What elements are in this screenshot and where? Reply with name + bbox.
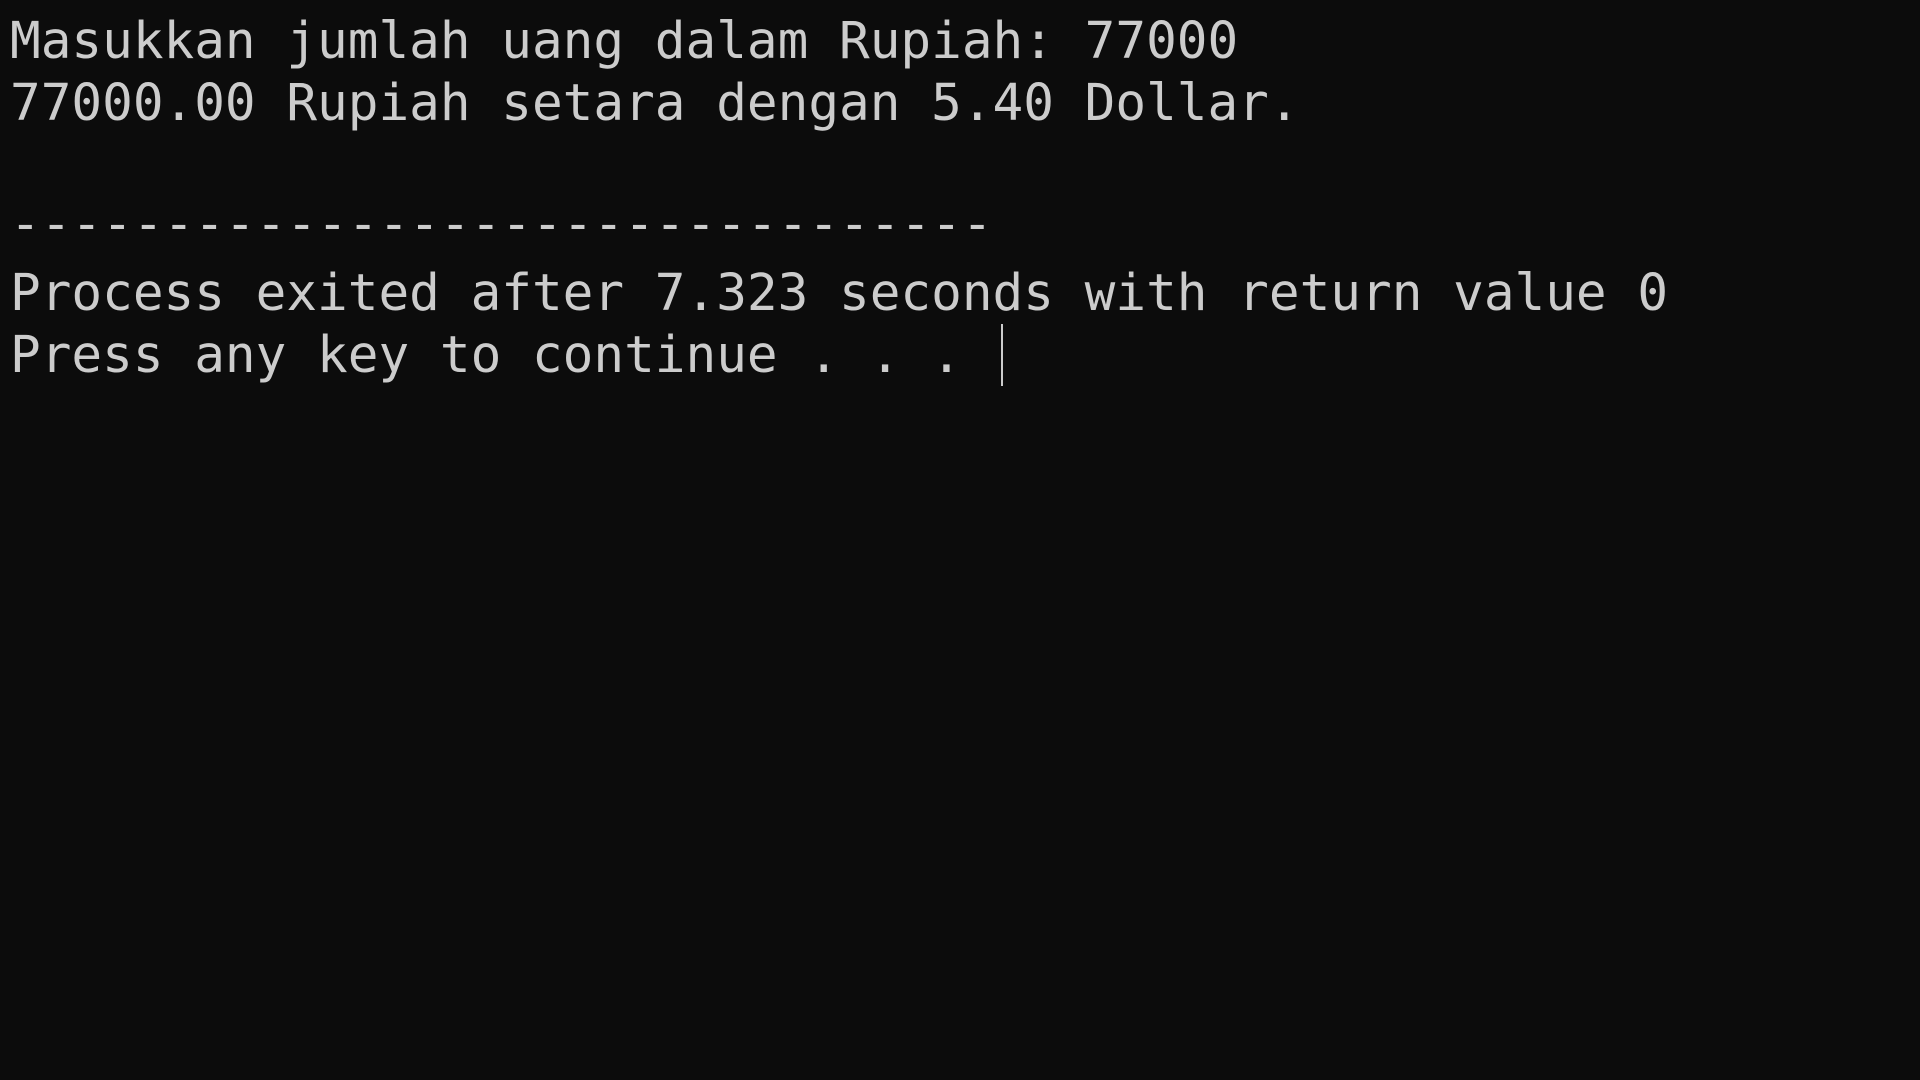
process-exit-line: Process exited after 7.323 seconds with … — [10, 264, 1669, 323]
separator-line: -------------------------------- — [10, 195, 993, 254]
text-cursor — [1001, 324, 1003, 386]
input-prompt-line: Masukkan jumlah uang dalam Rupiah: 77000 — [10, 12, 1239, 71]
console-window[interactable]: Masukkan jumlah uang dalam Rupiah: 77000… — [0, 0, 1920, 1080]
conversion-result-line: 77000.00 Rupiah setara dengan 5.40 Dolla… — [10, 74, 1300, 133]
continue-prompt-line: Press any key to continue . . . — [10, 326, 993, 385]
